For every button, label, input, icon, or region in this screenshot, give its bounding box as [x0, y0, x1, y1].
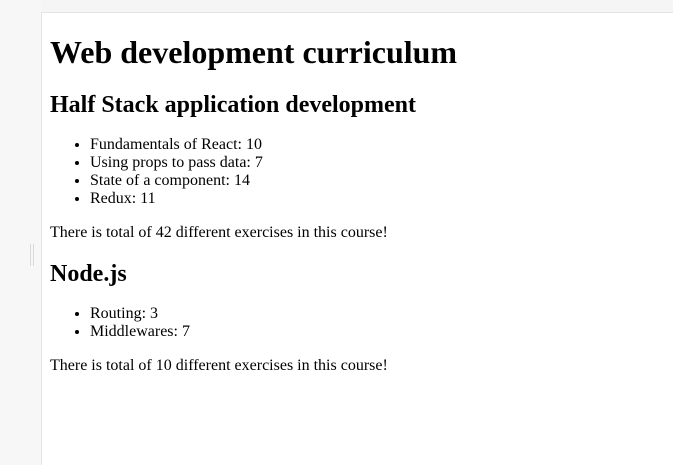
course-parts-list: Routing: 3 Middlewares: 7: [50, 305, 665, 341]
course-part-item: Routing: 3: [90, 305, 665, 323]
course-part-item: Using props to pass data: 7: [90, 154, 665, 172]
course-total: There is total of 10 different exercises…: [50, 357, 388, 374]
left-gutter: [0, 0, 41, 465]
panel-resize-handle[interactable]: [30, 244, 34, 266]
course-header: Half Stack application development: [50, 92, 417, 118]
course-part-item: Middlewares: 7: [90, 323, 665, 341]
course-part-item: State of a component: 14: [90, 172, 665, 190]
course-part-item: Redux: 11: [90, 190, 665, 208]
course-part-item: Fundamentals of React: 10: [90, 136, 665, 154]
page-content: Web development curriculum Half Stack ap…: [41, 12, 673, 465]
course-total: There is total of 42 different exercises…: [50, 224, 388, 241]
page-title: Web development curriculum: [50, 34, 458, 70]
course-parts-list: Fundamentals of React: 10 Using props to…: [50, 136, 665, 208]
course-section: Half Stack application development Funda…: [50, 91, 665, 242]
course-section: Node.js Routing: 3 Middlewares: 7 There …: [50, 260, 665, 375]
course-header: Node.js: [50, 261, 127, 287]
